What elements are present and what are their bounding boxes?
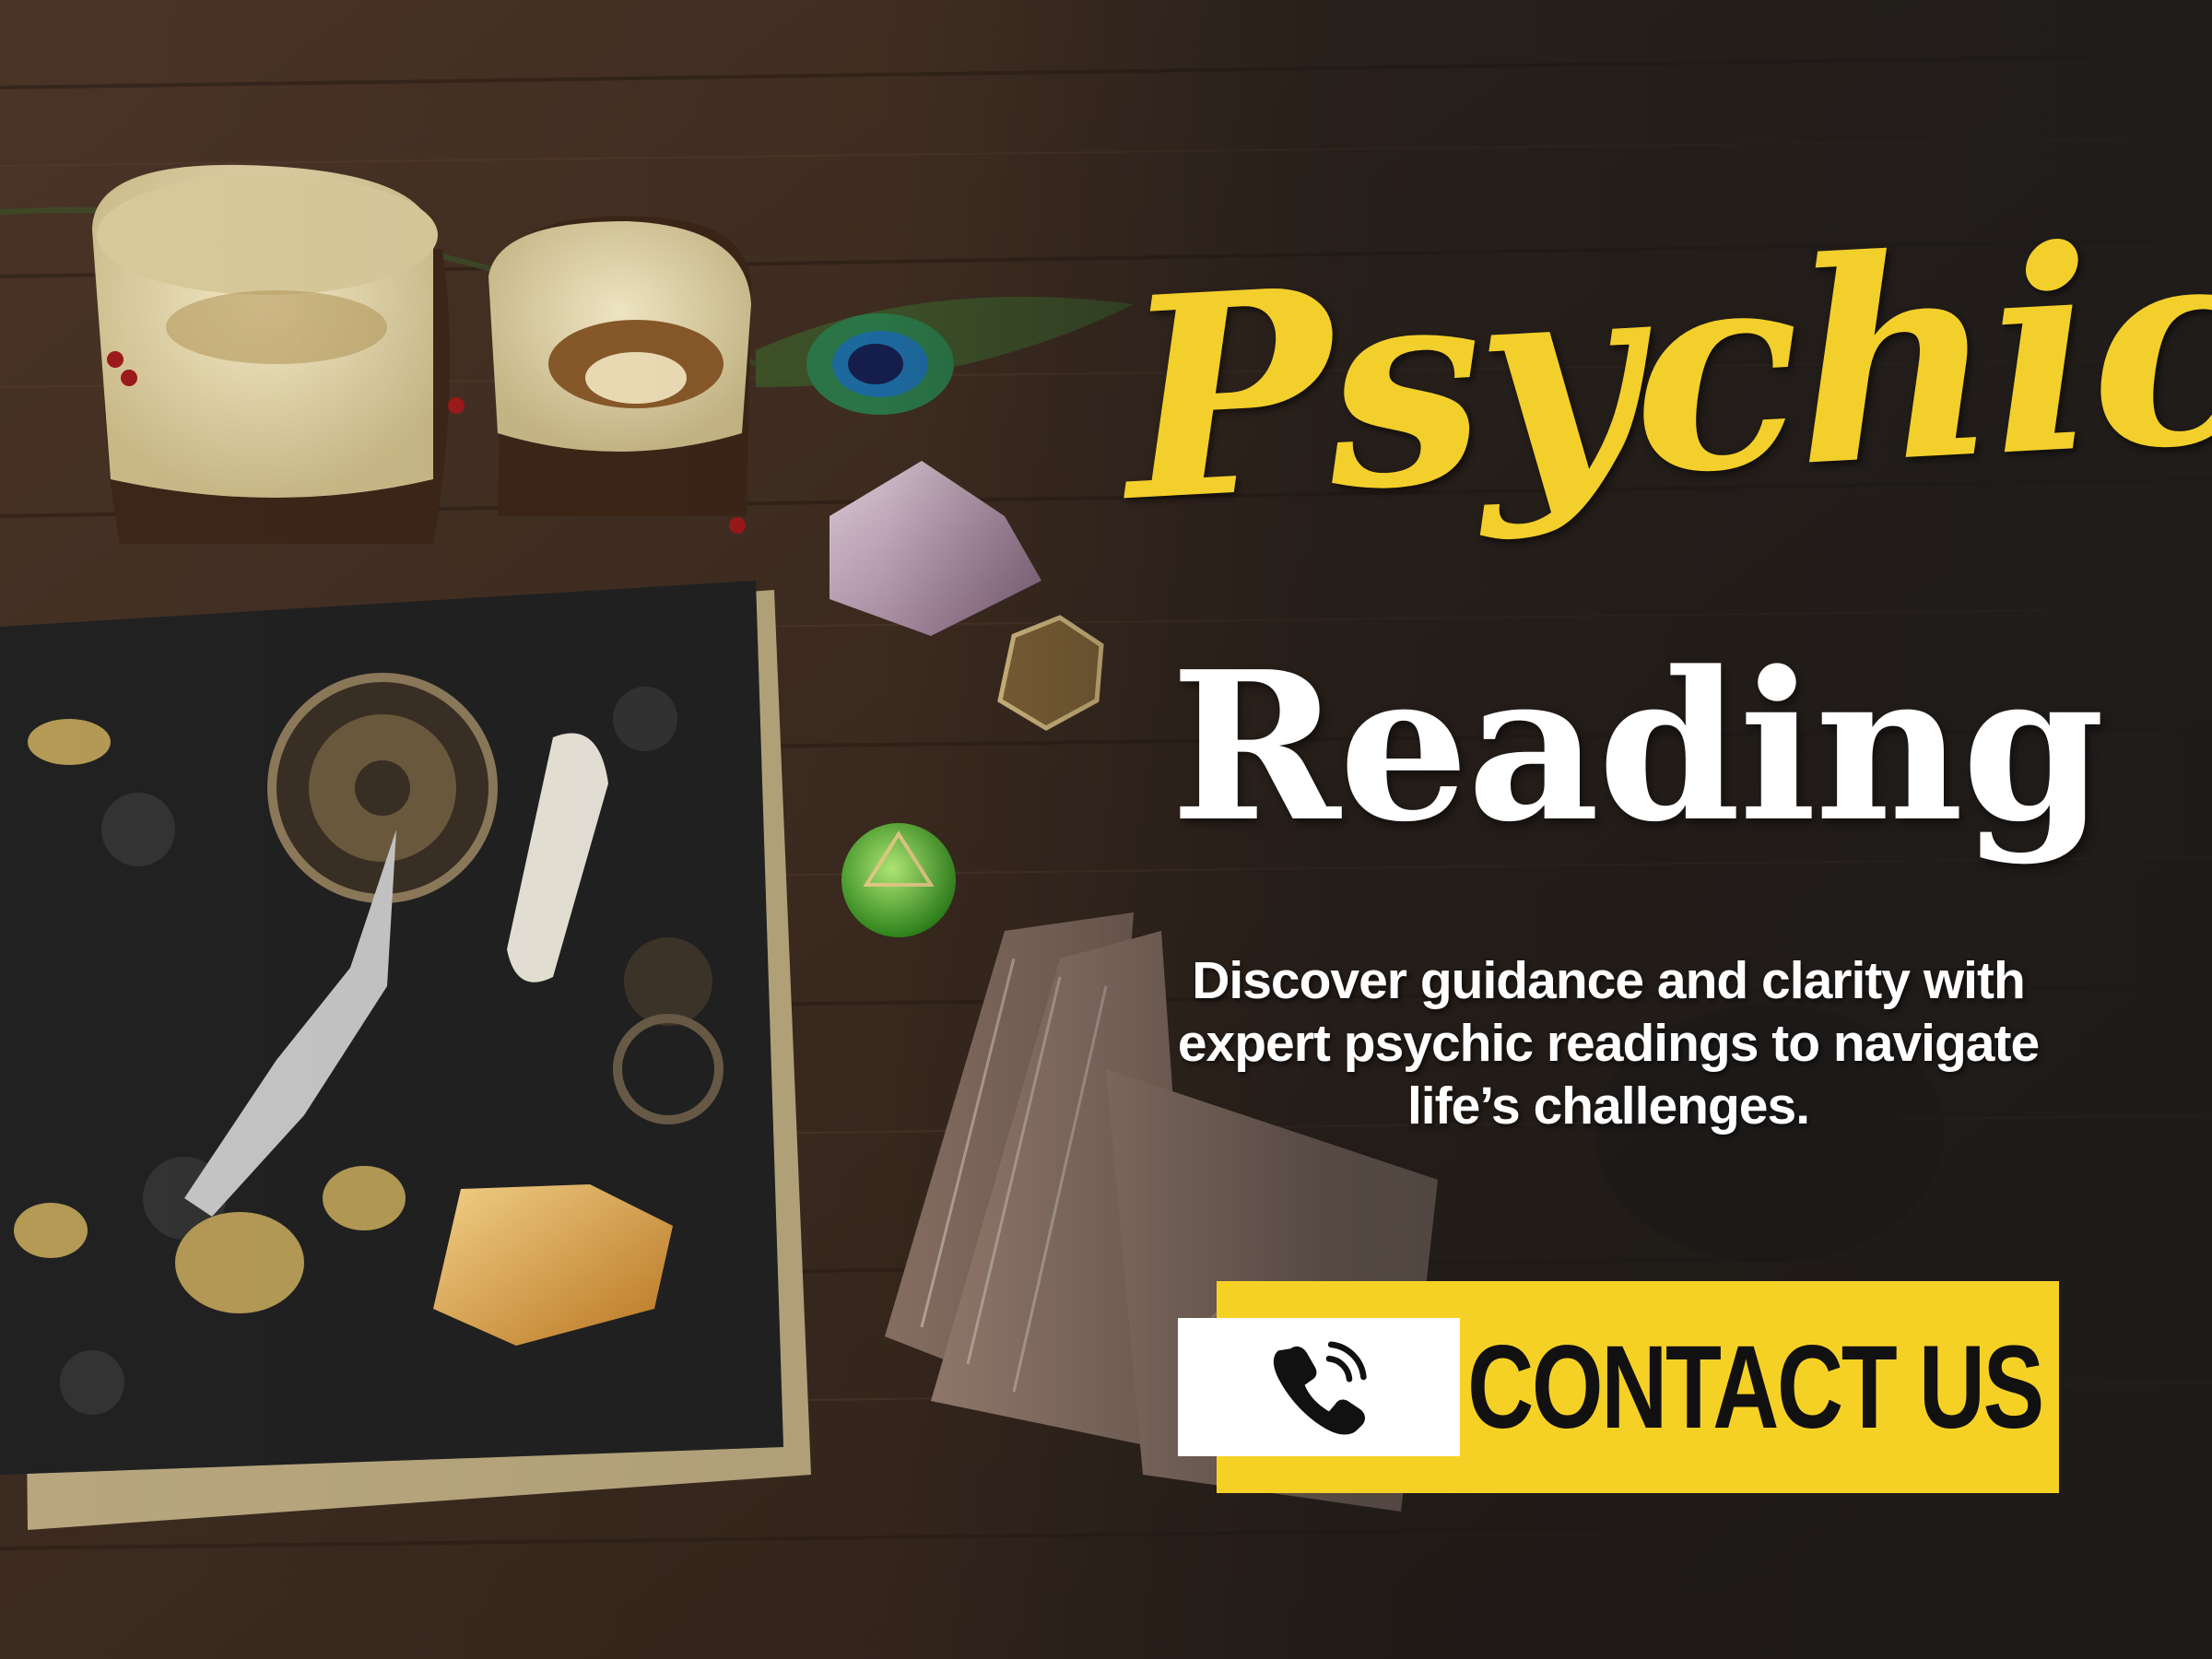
description-line: life’s challenges. [1406, 1077, 1810, 1135]
contact-us-button[interactable]: CONTACT US [1178, 1281, 2059, 1493]
headline-script: Psychic [1116, 179, 2212, 563]
phone-icon [1273, 1341, 1367, 1435]
description-line: expert psychic readings to navigate [1177, 1014, 2040, 1073]
cta-icon-panel [1178, 1318, 1460, 1456]
description-line: Discover guidance and clarity with [1192, 951, 2026, 1010]
description: Discover guidance and clarity with exper… [1134, 949, 2083, 1137]
headline-main: Reading [1171, 628, 2105, 867]
cta-label: CONTACT US [1467, 1321, 2044, 1453]
